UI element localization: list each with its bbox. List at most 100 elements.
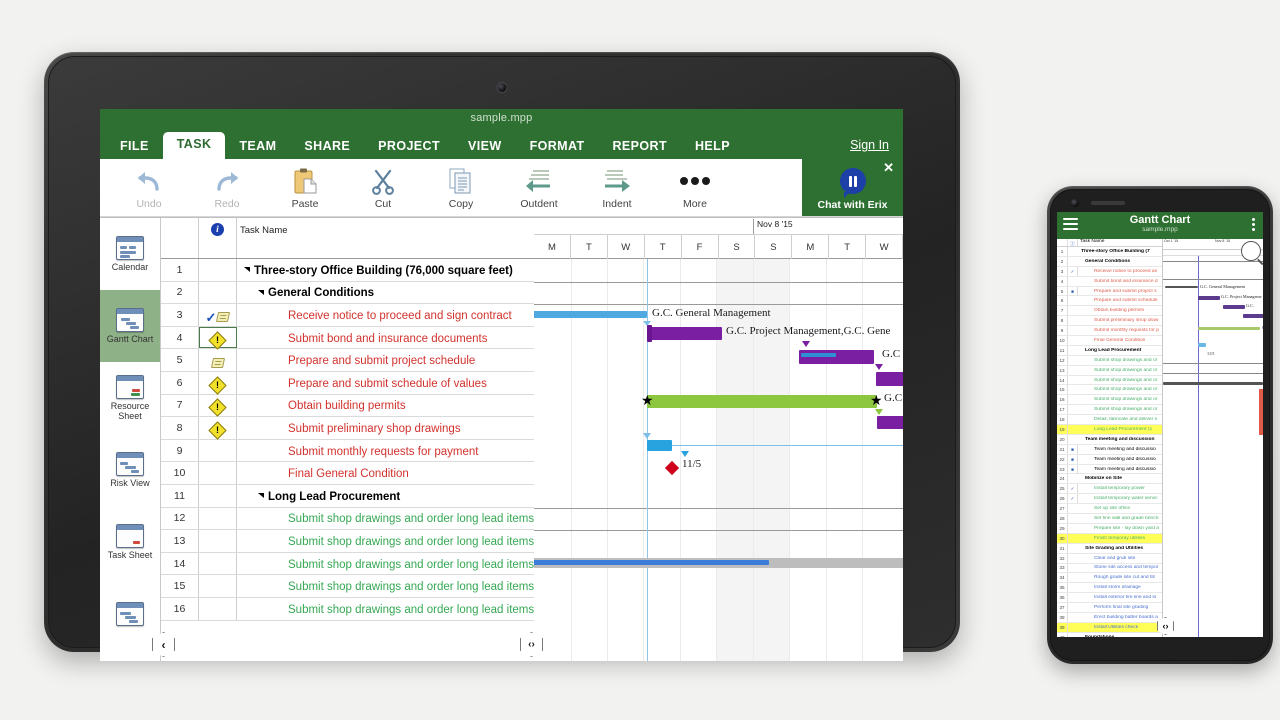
undo-button[interactable]: Undo [110,166,188,210]
sidebar-item-more-views[interactable] [100,578,160,650]
row-task-name[interactable]: Submit preliminary shop drawings [237,417,534,439]
row-indicators[interactable] [199,259,237,281]
redo-button[interactable]: Redo [188,166,266,210]
row-indicators[interactable] [199,530,237,552]
phone-list-item[interactable]: 35 Install storm drainage [1057,583,1162,594]
table-row[interactable]: 8! Submit preliminary shop drawings [161,417,534,440]
table-row[interactable]: 2 General Conditions [161,281,534,305]
chat-with-erix-button[interactable]: ✕ Chat with Erix [802,159,903,216]
phone-list-item[interactable]: 15 Submit shop drawings and or [1057,385,1162,396]
menu-item-report[interactable]: REPORT [599,134,682,160]
phone-list-item[interactable]: 34 Rough grade site cut and fill [1057,573,1162,584]
phone-list-item[interactable]: 24 Mobilize on Site [1057,474,1162,485]
row-task-name[interactable]: Submit shop drawings and order long lead… [237,508,534,530]
phone-list-item[interactable]: 36 Install exterior fire line and lo [1057,593,1162,604]
row-indicators[interactable] [199,462,237,484]
table-row[interactable]: 6! Prepare and submit schedule of values [161,371,534,395]
sidebar-item-risk-view[interactable]: Risk View [100,434,160,506]
menu-item-project[interactable]: PROJECT [364,134,454,160]
gantt-bar-row3[interactable] [534,311,647,318]
row-indicators[interactable] [199,507,237,530]
row-task-name[interactable]: Submit shop drawings and order long lead… [237,553,534,575]
table-row[interactable]: 11 Long Lead Procurement [161,484,534,508]
row-indicators[interactable]: ! [199,371,237,395]
phone-list-item[interactable]: 26 ✓ Install temporary water servic [1057,494,1162,505]
gantt-bar-row9b[interactable] [647,440,672,451]
phone-list-item[interactable]: 16 Submit shop drawings and or [1057,395,1162,406]
row-indicators[interactable] [199,484,237,507]
row-indicators[interactable] [199,597,237,620]
sidebar-item-calendar[interactable]: Calendar [100,218,160,290]
table-row[interactable]: 4! Submit bond and insurance documents [161,326,534,350]
overflow-menu-icon[interactable] [1252,218,1255,233]
phone-bar-5[interactable] [1198,327,1260,331]
phone-list-item[interactable]: 39 Install Utilities check [1057,622,1162,633]
menu-item-team[interactable]: TEAM [225,134,290,160]
row-task-name[interactable]: Submit shop drawings and order long lead… [237,598,534,620]
row-task-name[interactable]: Three-story Office Building (76,000 squa… [237,259,534,281]
table-row[interactable]: 12 Submit shop drawings and order long le… [161,507,534,531]
phone-list-item[interactable]: 20 Team meeting and discussion [1057,434,1162,445]
table-row[interactable]: 16 Submit shop drawings and order long le… [161,597,534,621]
phone-bar-1[interactable] [1165,286,1198,289]
table-row[interactable]: 14 Submit shop drawings and order long le… [161,552,534,576]
row-task-name[interactable]: Submit shop drawings and order long lead… [237,530,534,552]
row-task-name[interactable]: Final General Condition [237,462,534,484]
table-row[interactable]: 9 Submit monthly requests for payment [161,439,534,463]
phone-list-item[interactable]: 12 Submit shop drawings and or [1057,355,1162,366]
phone-list-item[interactable]: 7 Obtain building permits [1057,306,1162,317]
paste-button[interactable]: Paste [266,166,344,210]
row-task-name[interactable]: Prepare and submit project schedule [237,349,534,371]
gantt-bar-row4[interactable] [647,327,722,340]
row-task-name[interactable]: Obtain building permits [237,395,534,417]
phone-list-item[interactable]: 9 Submit monthly requests for p [1057,326,1162,337]
phone-list-item[interactable]: 11 Long Lead Procurement [1057,345,1162,356]
phone-bar-3[interactable] [1223,305,1245,309]
phone-list-item[interactable]: 18 Detail, fabricate and deliver s [1057,415,1162,426]
phone-list-item[interactable]: 4 Submit bond and insurance d [1057,276,1162,287]
gantt-bar-row8[interactable] [647,395,877,408]
table-row[interactable]: 10 Final General Condition [161,462,534,485]
menu-item-format[interactable]: FORMAT [516,134,599,160]
sign-in-link[interactable]: Sign In [850,138,889,152]
search-icon[interactable] [1241,241,1261,261]
gantt-bar-row9[interactable] [877,416,903,429]
sidebar-item-gantt-chart[interactable]: Gantt Chart [100,290,160,362]
phone-list-item[interactable]: 5 ■ Prepare and submit project s [1057,286,1162,297]
phone-list-item[interactable]: 23 ■ Team meeting and discussio [1057,464,1162,475]
table-row[interactable]: 5 Prepare and submit project schedule [161,349,534,372]
gantt-bar-row7[interactable] [876,372,903,386]
sidebar-item-task-sheet[interactable]: Task Sheet [100,506,160,578]
menu-item-share[interactable]: SHARE [290,134,364,160]
row-indicators[interactable] [199,349,237,371]
phone-list-item[interactable]: 8 Submit preliminary shop draw [1057,316,1162,327]
row-indicators[interactable]: ! [199,394,237,418]
table-row[interactable]: 13 Submit shop drawings and order long le… [161,530,534,553]
phone-list-item[interactable]: 27 Set up site office [1057,504,1162,515]
phone-list-item[interactable]: 32 Clear and grub site [1057,553,1162,564]
phone-list-item[interactable]: 2 General Conditions [1057,256,1162,267]
phone-list-item[interactable]: 3 ✓ Receive notice to proceed an [1057,266,1162,277]
phone-list-item[interactable]: 37 Perform final site grading [1057,603,1162,613]
row-task-name[interactable]: General Conditions [237,282,534,304]
row-task-name[interactable]: Long Lead Procurement [237,485,534,507]
row-task-name[interactable]: Submit monthly requests for payment [237,440,534,462]
row-task-name[interactable]: Prepare and submit schedule of values [237,372,534,394]
phone-list-item[interactable]: 22 ■ Team meeting and discussio [1057,454,1162,465]
table-row[interactable]: 7! Obtain building permits [161,394,534,418]
row-task-name[interactable]: Submit bond and insurance documents [237,327,534,349]
table-row[interactable]: 1 Three-story Office Building (76,000 squ… [161,259,534,282]
collapse-triangle-icon[interactable] [244,267,250,273]
phone-list-item[interactable]: 28 Set fine wall and grade bench [1057,514,1162,524]
table-row[interactable]: 15 Submit shop drawings and order long le… [161,575,534,598]
phone-bar-4[interactable] [1243,314,1263,318]
phone-list-item[interactable]: 1 Three-story Office Building (7 [1057,246,1162,257]
copy-button[interactable]: Copy [422,166,500,210]
table-row[interactable]: 3 ✓ Receive notice to proceed and sign con… [161,304,534,327]
phone-list-item[interactable]: 29 Prepare site - lay down yard a [1057,523,1162,534]
more-button[interactable]: More [656,166,734,210]
row-indicators[interactable] [199,575,237,597]
phone-bar-2[interactable] [1198,296,1220,300]
row-indicators[interactable] [199,281,237,304]
phone-list-item[interactable]: 13 Submit shop drawings and or [1057,365,1162,376]
